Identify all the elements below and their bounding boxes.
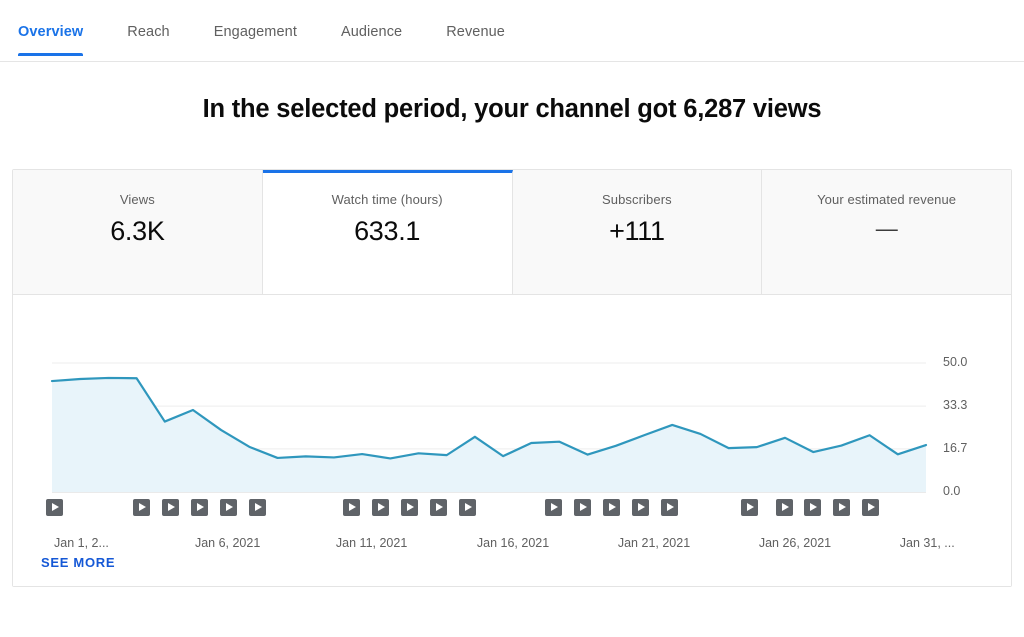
- video-marker-icon[interactable]: [459, 499, 476, 516]
- video-marker-icon[interactable]: [249, 499, 266, 516]
- tab-engagement-label: Engagement: [213, 24, 297, 40]
- metric-card-views[interactable]: Views 6.3K: [13, 170, 263, 294]
- video-marker-icon[interactable]: [372, 499, 389, 516]
- video-marker-icon[interactable]: [833, 499, 850, 516]
- metric-card-subscribers[interactable]: Subscribers +111: [512, 170, 763, 294]
- metric-card-watch-time[interactable]: Watch time (hours) 633.1: [262, 170, 513, 294]
- watch-time-area-chart: [50, 362, 928, 493]
- tab-overview[interactable]: Overview: [18, 24, 84, 56]
- tab-revenue-label: Revenue: [446, 24, 505, 40]
- video-marker-icon[interactable]: [776, 499, 793, 516]
- tab-audience-label: Audience: [340, 24, 403, 40]
- video-marker-icon[interactable]: [661, 499, 678, 516]
- video-marker-icon[interactable]: [862, 499, 879, 516]
- video-marker-icon[interactable]: [804, 499, 821, 516]
- video-marker-icon[interactable]: [162, 499, 179, 516]
- chart-area-fill: [52, 377, 926, 492]
- video-marker-icon[interactable]: [741, 499, 758, 516]
- metric-value-views: 6.3K: [110, 216, 165, 246]
- analytics-overview-panel: Views 6.3K Watch time (hours) 633.1 Subs…: [12, 169, 1012, 587]
- see-more-link[interactable]: SEE MORE: [41, 555, 115, 570]
- video-marker-icon[interactable]: [401, 499, 418, 516]
- metric-value-estimated-revenue: —: [875, 216, 898, 241]
- metric-label-watch-time: Watch time (hours): [331, 192, 443, 207]
- video-marker-icon[interactable]: [430, 499, 447, 516]
- video-marker-icon[interactable]: [603, 499, 620, 516]
- metric-value-watch-time: 633.1: [354, 216, 421, 246]
- watch-time-chart: 50.0 33.3 16.7 0.0 Jan 1, 2... Jan 6, 2021 Ja…: [13, 295, 1011, 586]
- tab-reach[interactable]: Reach: [127, 24, 169, 56]
- tab-audience[interactable]: Audience: [341, 24, 402, 56]
- video-marker-icon[interactable]: [220, 499, 237, 516]
- metric-card-estimated-revenue[interactable]: Your estimated revenue —: [762, 170, 1011, 294]
- video-marker-icon[interactable]: [133, 499, 150, 516]
- video-marker-icon[interactable]: [632, 499, 649, 516]
- tab-engagement[interactable]: Engagement: [214, 24, 297, 56]
- metric-label-estimated-revenue: Your estimated revenue: [817, 192, 957, 207]
- metric-label-views: Views: [119, 192, 155, 207]
- video-marker-icon[interactable]: [46, 499, 63, 516]
- video-marker-icon[interactable]: [574, 499, 591, 516]
- tab-overview-label: Overview: [18, 24, 84, 40]
- tab-reach-label: Reach: [127, 24, 170, 40]
- video-marker-icon[interactable]: [545, 499, 562, 516]
- tab-revenue[interactable]: Revenue: [446, 24, 505, 56]
- metric-card-row: Views 6.3K Watch time (hours) 633.1 Subs…: [13, 170, 1011, 295]
- metric-label-subscribers: Subscribers: [602, 192, 672, 207]
- video-marker-icon[interactable]: [191, 499, 208, 516]
- video-marker-icon[interactable]: [343, 499, 360, 516]
- page-title: In the selected period, your channel got…: [202, 95, 822, 123]
- analytics-tab-bar: Overview Reach Engagement Audience Reven…: [0, 0, 1024, 62]
- metric-value-subscribers: +111: [609, 216, 665, 246]
